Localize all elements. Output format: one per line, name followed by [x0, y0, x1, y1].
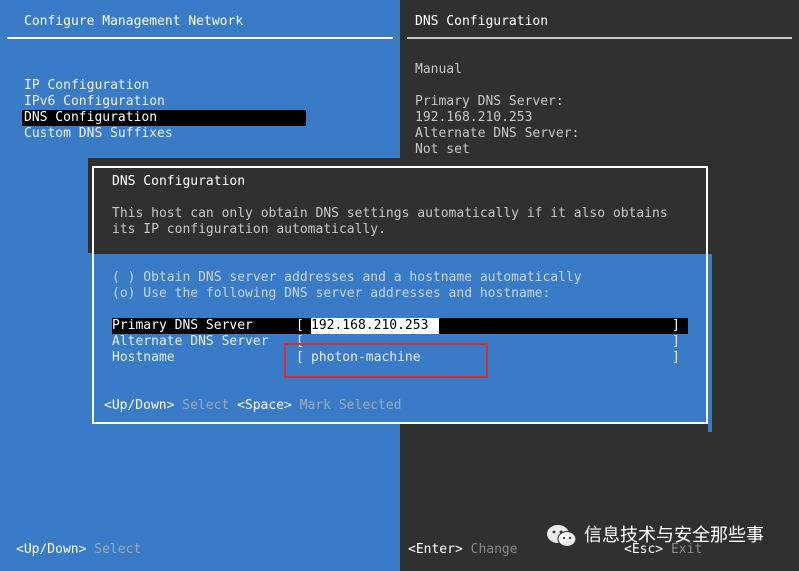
dialog-space-action: Mark Selected: [299, 398, 402, 413]
key-enter[interactable]: <Enter>: [408, 542, 463, 557]
menu-item-ipv6-configuration[interactable]: IPv6 Configuration: [24, 94, 165, 110]
radio-use-following[interactable]: (o) Use the following DNS server address…: [112, 286, 550, 302]
annotation-highlight-box: [284, 343, 488, 378]
radio-obtain-automatically[interactable]: ( ) Obtain DNS server addresses and a ho…: [112, 270, 582, 286]
dialog-up-down-action: Select: [182, 398, 230, 413]
primary-dns-input[interactable]: 192.168.210.253: [311, 318, 439, 334]
menu-item-custom-dns-suffixes[interactable]: Custom DNS Suffixes: [24, 126, 173, 142]
menu-item-ip-configuration[interactable]: IP Configuration: [24, 78, 149, 94]
alternate-dns-field-label: Alternate DNS Server: [112, 334, 269, 349]
right-panel-title: DNS Configuration: [415, 14, 549, 29]
dialog-footer: <Up/Down> Select <Space> Mark Selected: [104, 398, 401, 414]
dialog-description-line2: its IP configuration automatically.: [112, 222, 386, 237]
left-panel-divider: [7, 37, 393, 39]
dialog-shadow-blue: [708, 254, 712, 432]
enter-action: Change: [470, 542, 518, 557]
primary-dns-field-label: Primary DNS Server: [112, 318, 253, 333]
wechat-icon: [546, 523, 578, 549]
dialog-description-line1: This host can only obtain DNS settings a…: [112, 206, 668, 221]
left-footer: <Up/Down> Select: [16, 542, 141, 558]
dns-mode: Manual: [415, 62, 462, 77]
primary-dns-bracket-close: ]: [672, 318, 680, 333]
watermark: 信息技术与安全那些事: [546, 523, 764, 549]
menu-item-dns-configuration[interactable]: DNS Configuration: [22, 110, 306, 126]
dialog-key-space[interactable]: <Space>: [237, 398, 292, 413]
watermark-text: 信息技术与安全那些事: [584, 525, 764, 546]
alternate-dns-bracket-close: ]: [672, 334, 680, 349]
primary-dns-value: 192.168.210.253: [415, 110, 533, 125]
dialog-key-up-down[interactable]: <Up/Down>: [104, 398, 174, 413]
dialog-title: DNS Configuration: [112, 174, 246, 189]
primary-dns-label: Primary DNS Server:: [415, 94, 564, 109]
key-up-down[interactable]: <Up/Down>: [16, 542, 86, 557]
hostname-field-label: Hostname: [112, 350, 175, 365]
hostname-bracket-close: ]: [672, 350, 680, 365]
left-panel-title: Configure Management Network: [24, 14, 244, 29]
right-footer-enter: <Enter> Change: [408, 542, 518, 558]
right-panel-divider: [407, 37, 792, 39]
alternate-dns-label: Alternate DNS Server:: [415, 126, 580, 141]
left-footer-action: Select: [94, 542, 142, 557]
primary-dns-bracket-open: [: [296, 318, 304, 333]
alternate-dns-value: Not set: [415, 142, 470, 157]
